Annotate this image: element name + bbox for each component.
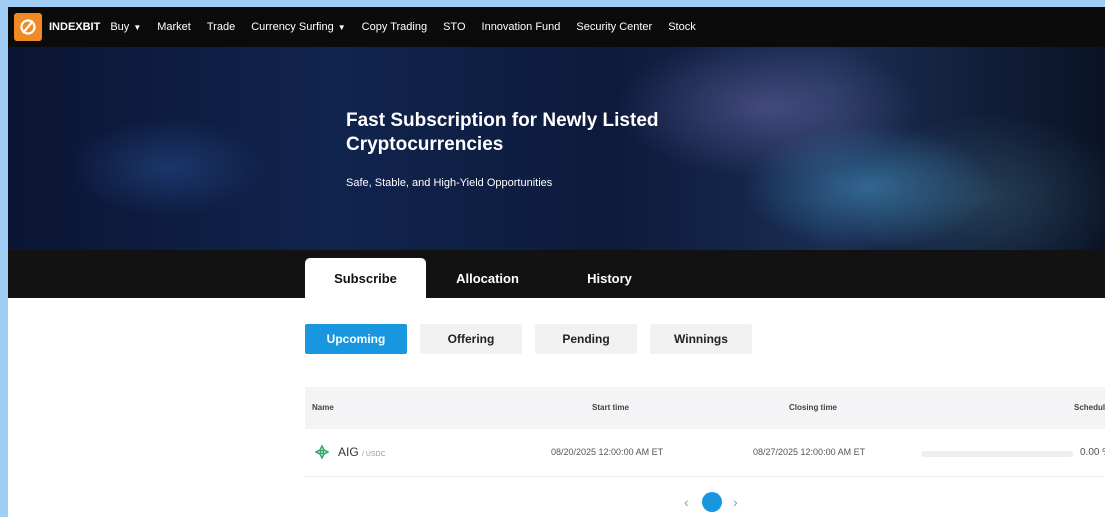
filter-upcoming-button[interactable]: Upcoming	[305, 324, 407, 354]
pagination-next-icon[interactable]: ›	[733, 494, 738, 510]
app-frame: INDEXBIT Buy ▼ Market Trade Currency Sur…	[8, 7, 1105, 517]
table-row[interactable]: AIG / USDC 08/20/2025 12:00:00 AM ET 08/…	[305, 429, 1105, 477]
brand-name[interactable]: INDEXBIT	[49, 21, 100, 33]
tab-allocation[interactable]: Allocation	[427, 258, 548, 298]
column-header-schedule: Schedul	[1074, 403, 1105, 412]
hero-banner: Fast Subscription for Newly Listed Crypt…	[8, 47, 1105, 250]
pagination-current-page[interactable]	[702, 492, 722, 512]
nav-item-label: Stock	[668, 21, 696, 33]
coin-name: AIG / USDC	[338, 445, 386, 459]
nav-item-copy-trading[interactable]: Copy Trading	[362, 21, 427, 33]
nav-item-label: Trade	[206, 21, 236, 33]
nav-item-label: Innovation Fund	[481, 21, 561, 33]
nav-item-label: Copy Trading	[361, 21, 428, 33]
caret-down-icon: ▼	[133, 22, 142, 32]
caret-down-icon: ▼	[337, 22, 346, 32]
coin-symbol: AIG	[338, 445, 359, 459]
nav-item-label: Currency Surfing	[251, 21, 334, 33]
hero-title: Fast Subscription for Newly Listed Crypt…	[346, 110, 659, 155]
tab-history[interactable]: History	[549, 258, 670, 298]
top-nav: INDEXBIT Buy ▼ Market Trade Currency Sur…	[8, 7, 1105, 47]
filter-offering-button[interactable]: Offering	[420, 324, 522, 354]
nav-item-market[interactable]: Market	[157, 21, 191, 33]
nav-item-trade[interactable]: Trade	[207, 21, 235, 33]
coin-pair: / USDC	[362, 451, 386, 458]
start-time-cell: 08/20/2025 12:00:00 AM ET	[551, 447, 664, 457]
nav-item-currency-surfing[interactable]: Currency Surfing ▼	[251, 21, 345, 33]
closing-time-cell: 08/27/2025 12:00:00 AM ET	[753, 447, 866, 457]
nav-item-stock[interactable]: Stock	[668, 21, 696, 33]
schedule-progress-bar	[921, 451, 1073, 457]
column-header-name: Name	[312, 403, 334, 412]
nav-item-security-center[interactable]: Security Center	[576, 21, 652, 33]
pagination-prev-icon[interactable]: ‹	[684, 494, 689, 510]
tab-bar: Subscribe Allocation History	[8, 250, 1105, 298]
schedule-percent: 0.00 %	[1080, 447, 1105, 458]
nav-item-label: STO	[443, 21, 466, 33]
nav-item-innovation-fund[interactable]: Innovation Fund	[482, 21, 561, 33]
column-header-closing-time: Closing time	[789, 403, 838, 412]
nav-item-sto[interactable]: STO	[443, 21, 465, 33]
hero-subtitle: Safe, Stable, and High-Yield Opportuniti…	[346, 177, 553, 189]
tab-subscribe[interactable]: Subscribe	[305, 258, 426, 298]
column-header-start-time: Start time	[592, 403, 629, 412]
nav-item-label: Market	[157, 21, 191, 33]
nav-item-buy[interactable]: Buy ▼	[110, 21, 141, 33]
logo-icon[interactable]	[14, 13, 42, 41]
nav-item-label: Buy	[110, 21, 130, 33]
filter-winnings-button[interactable]: Winnings	[650, 324, 752, 354]
coin-icon	[315, 445, 329, 459]
table-header: Name Start time Closing time Schedul	[305, 387, 1105, 429]
nav-item-label: Security Center	[576, 21, 653, 33]
filter-pending-button[interactable]: Pending	[535, 324, 637, 354]
